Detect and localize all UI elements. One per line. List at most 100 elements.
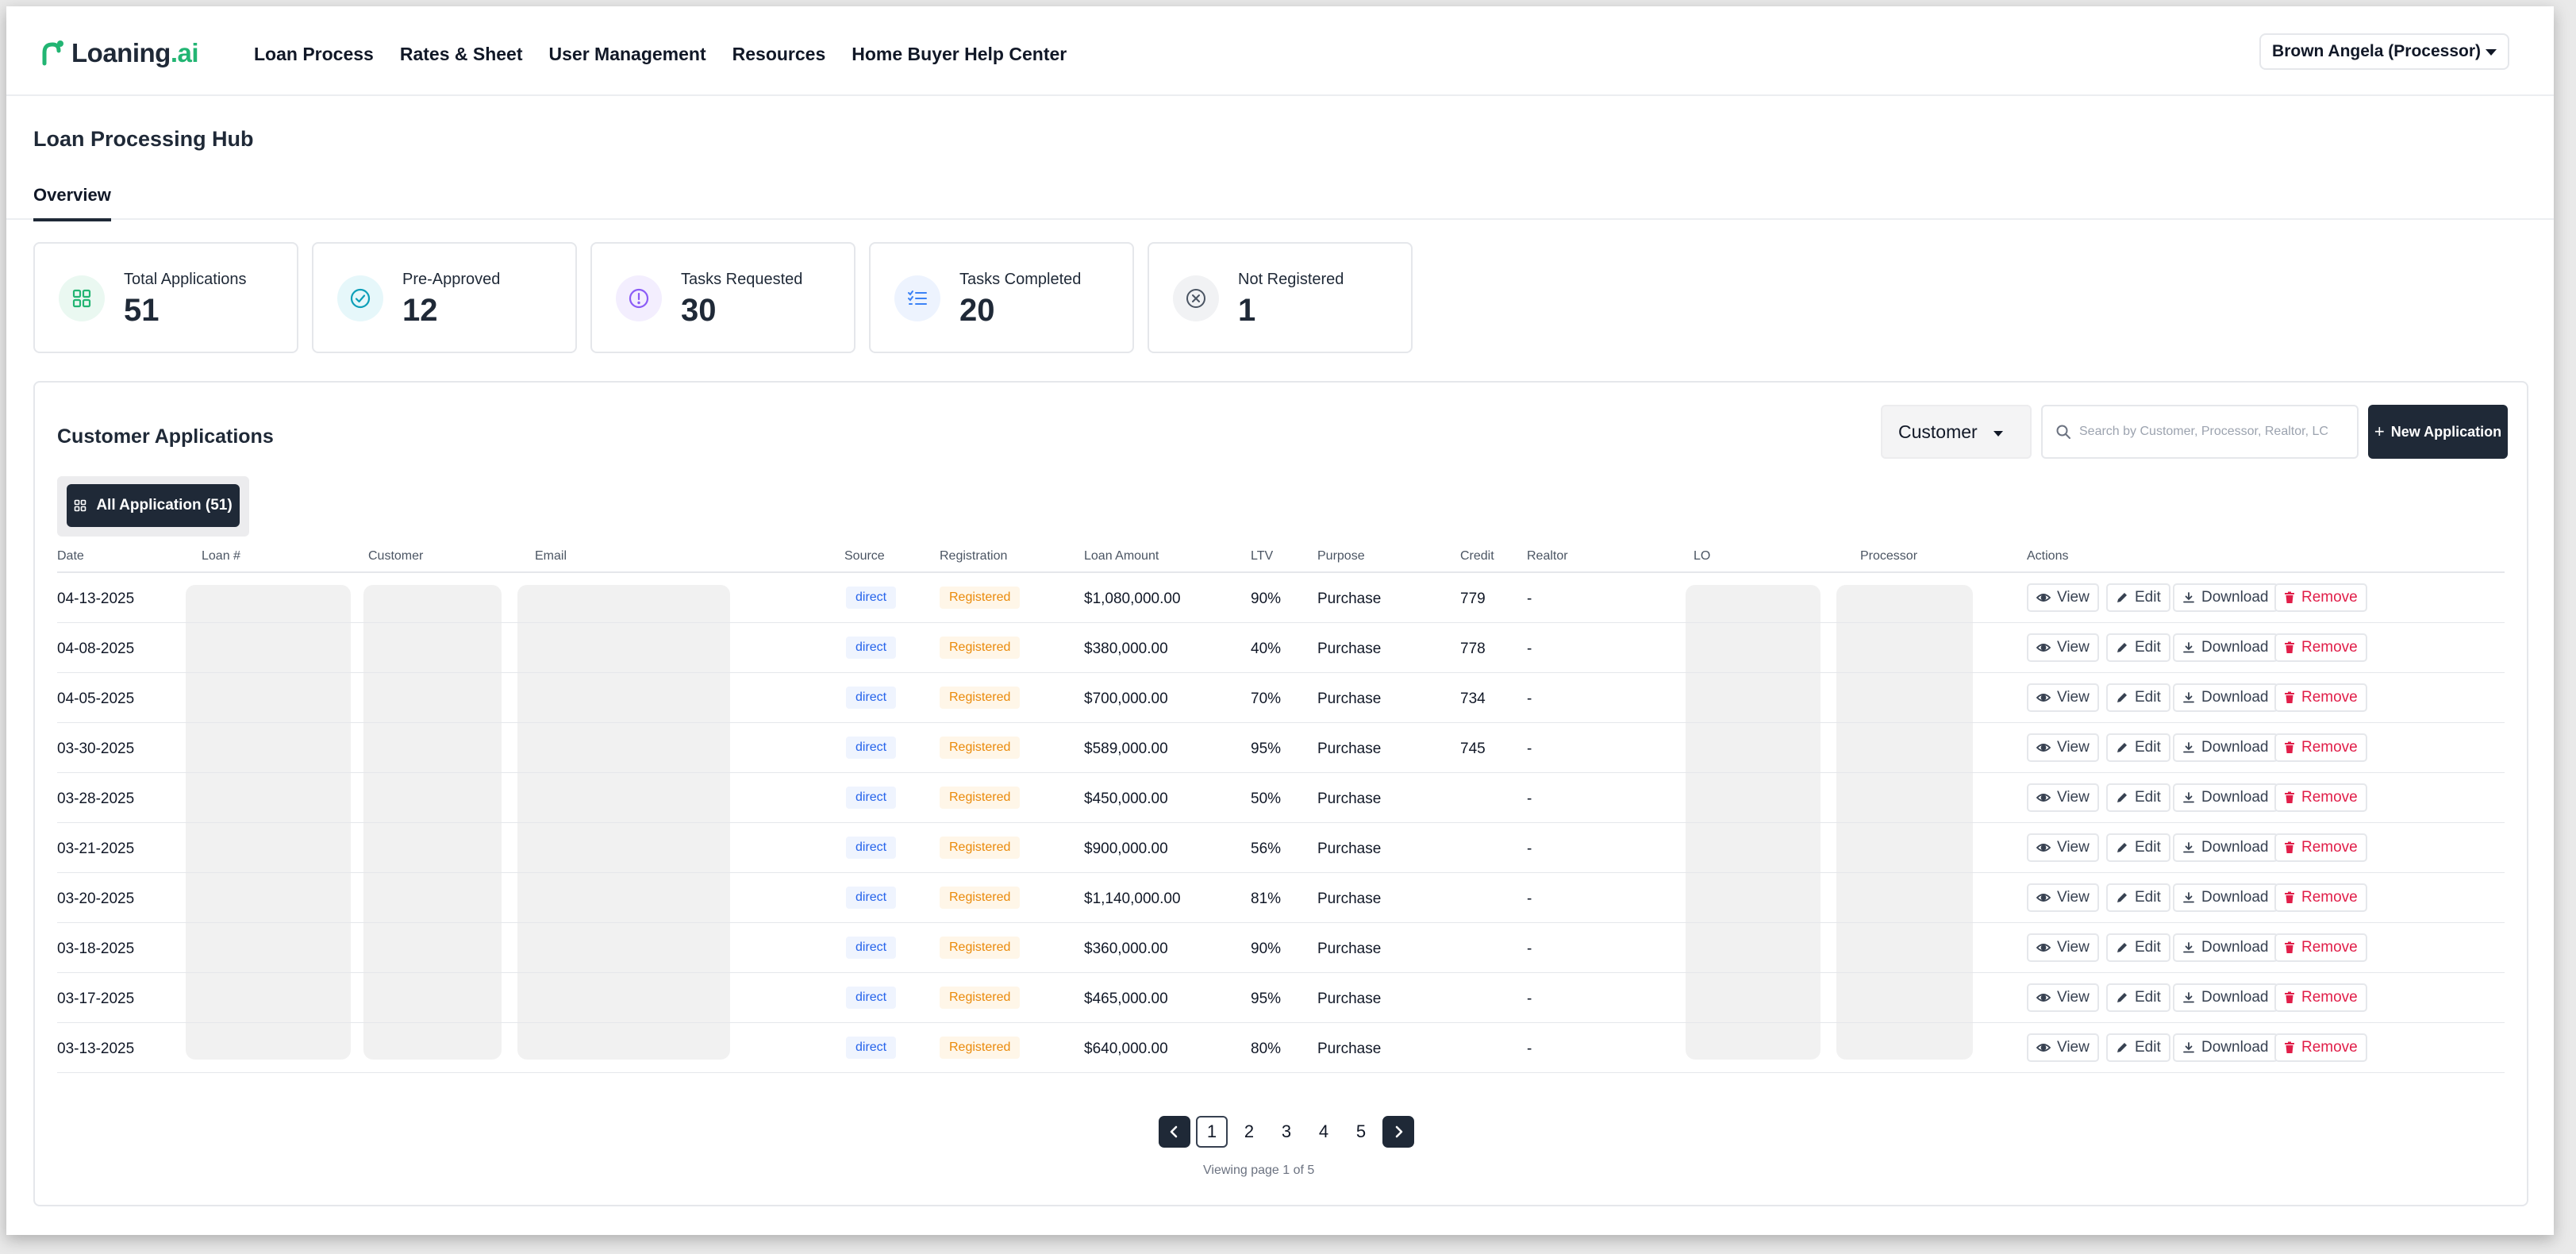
table-row[interactable]: 03-18-2025 direct Registered $360,000.00 90%… (57, 923, 2505, 973)
edit-button[interactable]: Edit (2106, 633, 2170, 662)
customer-applications-panel: Customer Applications Customer + New App… (33, 381, 2528, 1206)
view-button[interactable]: View (2027, 733, 2099, 762)
table-row[interactable]: 03-30-2025 direct Registered $589,000.00 95%… (57, 723, 2505, 773)
edit-button[interactable]: Edit (2106, 933, 2170, 962)
previous-page-button[interactable] (1159, 1116, 1190, 1148)
new-application-button[interactable]: + New Application (2368, 405, 2508, 459)
edit-button[interactable]: Edit (2106, 683, 2170, 712)
remove-label: Remove (2301, 789, 2358, 806)
table-row[interactable]: 03-13-2025 direct Registered $640,000.00 80%… (57, 1023, 2505, 1073)
view-button[interactable]: View (2027, 683, 2099, 712)
column-header-date[interactable]: Date (57, 549, 84, 564)
page-button-3[interactable]: 3 (1271, 1116, 1302, 1148)
column-header-realtor[interactable]: Realtor (1527, 549, 1568, 564)
download-button[interactable]: Download (2173, 833, 2278, 862)
remove-button[interactable]: Remove (2274, 883, 2367, 912)
view-button[interactable]: View (2027, 983, 2099, 1012)
download-label: Download (2201, 639, 2269, 656)
column-header-source[interactable]: Source (844, 549, 885, 564)
nav-loan-process[interactable]: Loan Process (254, 44, 374, 65)
page-button-5[interactable]: 5 (1345, 1116, 1377, 1148)
view-button[interactable]: View (2027, 883, 2099, 912)
nav-resources[interactable]: Resources (732, 44, 826, 65)
stat-value: 1 (1238, 293, 1256, 328)
column-header-credit[interactable]: Credit (1460, 549, 1494, 564)
table-body: 04-13-2025 direct Registered $1,080,000.00 9… (57, 573, 2505, 1073)
remove-button[interactable]: Remove (2274, 933, 2367, 962)
column-header-purpose[interactable]: Purpose (1317, 549, 1365, 564)
trash-icon (2285, 1041, 2294, 1053)
table-row[interactable]: 03-21-2025 direct Registered $900,000.00 56%… (57, 823, 2505, 873)
view-button[interactable]: View (2027, 633, 2099, 662)
nav-rates-sheet[interactable]: Rates & Sheet (400, 44, 523, 65)
edit-button[interactable]: Edit (2106, 983, 2170, 1012)
table-row[interactable]: 04-08-2025 direct Registered $380,000.00 40%… (57, 623, 2505, 673)
source-badge: direct (846, 887, 897, 909)
remove-button[interactable]: Remove (2274, 983, 2367, 1012)
column-header-lo[interactable]: LO (1694, 549, 1710, 564)
download-button[interactable]: Download (2173, 733, 2278, 762)
search-box[interactable] (2041, 405, 2359, 459)
view-button[interactable]: View (2027, 1033, 2099, 1062)
edit-button[interactable]: Edit (2106, 583, 2170, 612)
column-header-email[interactable]: Email (535, 549, 567, 564)
remove-button[interactable]: Remove (2274, 1033, 2367, 1062)
edit-button[interactable]: Edit (2106, 883, 2170, 912)
column-header-processor[interactable]: Processor (1860, 549, 1917, 564)
view-button[interactable]: View (2027, 833, 2099, 862)
stat-card-not-registered: Not Registered 1 (1148, 242, 1413, 353)
download-button[interactable]: Download (2173, 983, 2278, 1012)
cell-credit: 778 (1460, 640, 1486, 657)
column-header-loan-amount[interactable]: Loan Amount (1084, 549, 1159, 564)
view-button[interactable]: View (2027, 783, 2099, 812)
edit-button[interactable]: Edit (2106, 833, 2170, 862)
download-button[interactable]: Download (2173, 683, 2278, 712)
download-button[interactable]: Download (2173, 883, 2278, 912)
view-button[interactable]: View (2027, 583, 2099, 612)
trash-icon (2285, 591, 2294, 603)
search-input[interactable] (2079, 425, 2357, 439)
table-row[interactable]: 03-28-2025 direct Registered $450,000.00 50%… (57, 773, 2505, 823)
edit-button[interactable]: Edit (2106, 783, 2170, 812)
download-button[interactable]: Download (2173, 933, 2278, 962)
filter-select[interactable]: Customer (1881, 405, 2032, 459)
column-header-ltv[interactable]: LTV (1251, 549, 1273, 564)
all-applications-button[interactable]: All Application (51) (67, 484, 240, 527)
edit-button[interactable]: Edit (2106, 733, 2170, 762)
remove-label: Remove (2301, 839, 2358, 856)
remove-button[interactable]: Remove (2274, 583, 2367, 612)
download-button[interactable]: Download (2173, 583, 2278, 612)
nav-home-buyer-help-center[interactable]: Home Buyer Help Center (852, 44, 1067, 65)
user-menu[interactable]: Brown Angela (Processor) (2259, 33, 2509, 70)
remove-button[interactable]: Remove (2274, 833, 2367, 862)
download-label: Download (2201, 589, 2269, 606)
logo[interactable]: Loaning.ai (41, 38, 199, 68)
cell-loan-amount: $450,000.00 (1084, 790, 1168, 807)
table-row[interactable]: 03-17-2025 direct Registered $465,000.00 95%… (57, 973, 2505, 1023)
download-button[interactable]: Download (2173, 633, 2278, 662)
page-button-2[interactable]: 2 (1233, 1116, 1265, 1148)
column-header-loan-number[interactable]: Loan # (202, 549, 240, 564)
remove-button[interactable]: Remove (2274, 783, 2367, 812)
column-header-customer[interactable]: Customer (368, 549, 423, 564)
stat-card-tasks-completed: Tasks Completed 20 (869, 242, 1134, 353)
edit-button[interactable]: Edit (2106, 1033, 2170, 1062)
column-header-registration[interactable]: Registration (940, 549, 1007, 564)
download-icon (2183, 792, 2194, 803)
download-icon (2183, 992, 2194, 1003)
table-row[interactable]: 04-13-2025 direct Registered $1,080,000.00 9… (57, 573, 2505, 623)
nav-user-management[interactable]: User Management (549, 44, 706, 65)
table-row[interactable]: 04-05-2025 direct Registered $700,000.00 70%… (57, 673, 2505, 723)
remove-button[interactable]: Remove (2274, 683, 2367, 712)
tab-overview[interactable]: Overview (33, 185, 111, 221)
remove-button[interactable]: Remove (2274, 733, 2367, 762)
remove-button[interactable]: Remove (2274, 633, 2367, 662)
page-button-1[interactable]: 1 (1196, 1116, 1228, 1148)
next-page-button[interactable] (1382, 1116, 1414, 1148)
download-button[interactable]: Download (2173, 783, 2278, 812)
download-button[interactable]: Download (2173, 1033, 2278, 1062)
view-button[interactable]: View (2027, 933, 2099, 962)
table-row[interactable]: 03-20-2025 direct Registered $1,140,000.00 8… (57, 873, 2505, 923)
page-button-4[interactable]: 4 (1308, 1116, 1340, 1148)
source-badge: direct (846, 837, 897, 859)
